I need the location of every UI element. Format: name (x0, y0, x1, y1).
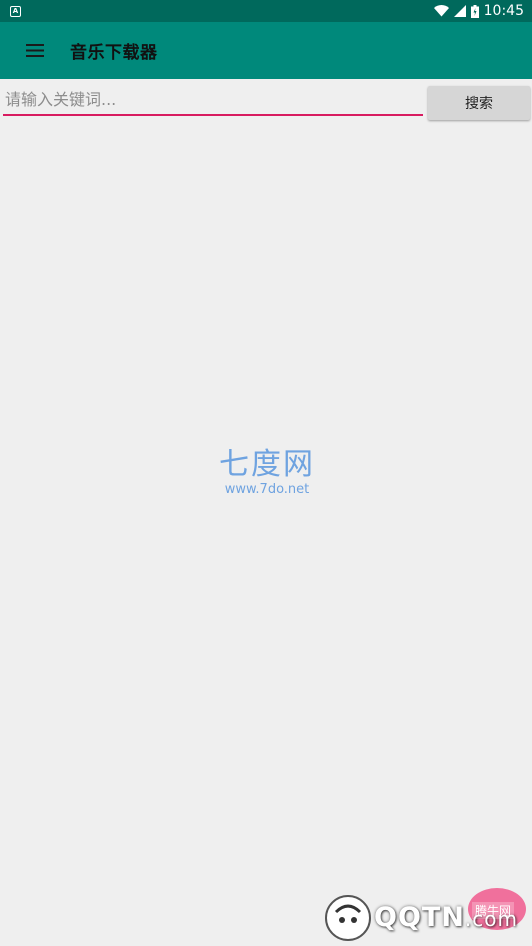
menu-button[interactable] (0, 22, 70, 79)
wifi-icon (433, 5, 449, 17)
search-input[interactable] (3, 84, 423, 116)
cell-signal-icon (453, 5, 466, 17)
app-title: 音乐下载器 (70, 43, 158, 63)
status-bar: A 10:45 (0, 0, 532, 22)
search-button[interactable]: 搜索 (428, 86, 530, 120)
logo-badge-text: 腾牛网 (472, 902, 515, 919)
bottom-logo: QQTN.com 腾牛网 (322, 888, 532, 946)
status-time: 10:45 (483, 3, 524, 19)
app-bar: 音乐下载器 (0, 22, 532, 79)
watermark: 七度网 www.7do.net (212, 448, 322, 498)
watermark-title: 七度网 (219, 447, 315, 482)
logo-mascot-icon (325, 895, 371, 941)
battery-icon (470, 4, 479, 18)
notification-icon: A (10, 5, 21, 17)
logo-name: QQTN (374, 902, 465, 933)
status-icons: 10:45 (433, 3, 524, 19)
watermark-url: www.7do.net (224, 482, 310, 497)
hamburger-menu-icon (26, 44, 44, 57)
